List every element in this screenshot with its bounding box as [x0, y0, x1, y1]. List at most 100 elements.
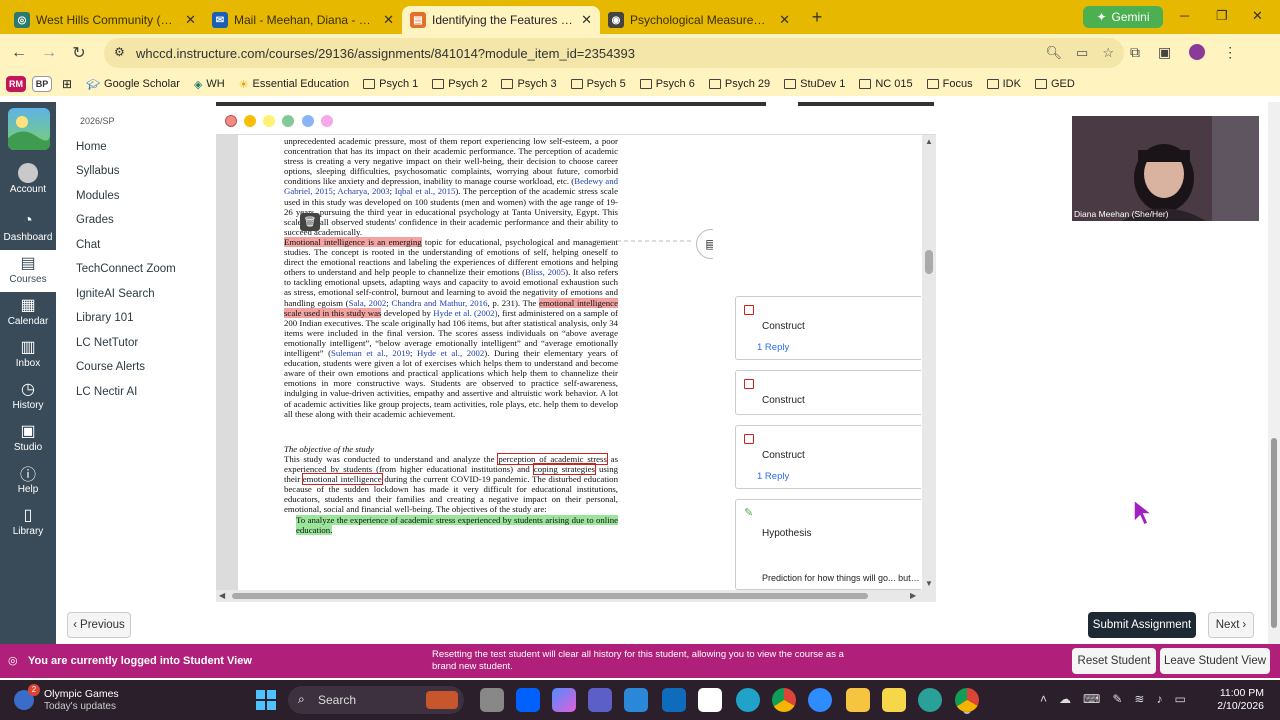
reset-student-button[interactable]: Reset Student	[1072, 648, 1156, 674]
comment-card[interactable]: Construct	[735, 370, 921, 415]
onedrive-icon[interactable]: ☁	[1059, 692, 1071, 706]
amazon-icon[interactable]	[698, 688, 722, 712]
highlight-green[interactable]: To analyze the experience of academic st…	[296, 515, 618, 536]
scroll-right-icon[interactable]: ▶	[910, 591, 916, 600]
color-swatch-pink[interactable]	[321, 115, 333, 127]
bookmark-psych-2[interactable]: Psych 2	[432, 78, 487, 90]
file-explorer-icon[interactable]	[846, 688, 870, 712]
bookmark-focus[interactable]: Focus	[926, 78, 973, 90]
bookmark-wh[interactable]: ◈ WH	[194, 78, 225, 91]
browser-tab-active[interactable]: ▤ Identifying the Features of Rese ✕	[402, 6, 600, 34]
comment-reply-link[interactable]: 1 Reply	[757, 471, 789, 482]
previous-button[interactable]: ‹ Previous	[67, 612, 131, 638]
color-swatch-green[interactable]	[282, 115, 294, 127]
bookmark-idk[interactable]: IDK	[986, 78, 1021, 90]
pen-icon[interactable]: ✎	[1112, 692, 1122, 706]
bookmark-studev-1[interactable]: StuDev 1	[784, 78, 845, 90]
course-link-techconnect-zoom[interactable]: TechConnect Zoom	[76, 263, 176, 275]
zoom-app-icon[interactable]	[808, 688, 832, 712]
edge-icon[interactable]	[736, 688, 760, 712]
close-tab-icon[interactable]: ✕	[779, 12, 790, 28]
course-link-modules[interactable]: Modules	[76, 190, 119, 202]
citation-link[interactable]: Hyde et al. (2002)	[433, 308, 497, 318]
boxed-annotation[interactable]: emotional intelligence	[301, 473, 383, 486]
citation-link[interactable]: Sala, 2002	[349, 298, 387, 308]
minimize-icon[interactable]: ─	[1180, 8, 1189, 23]
course-link-grades[interactable]: Grades	[76, 214, 114, 226]
tray-chevron-icon[interactable]: ˄	[1040, 692, 1047, 706]
nav-help[interactable]: ⓘ Help	[0, 462, 56, 502]
viewer-vertical-scrollbar[interactable]: ▲ ▼	[922, 135, 936, 590]
citation-link[interactable]: Hyde et al., 2002	[417, 348, 484, 358]
outlook-icon[interactable]	[662, 688, 686, 712]
color-swatch-red[interactable]	[225, 115, 237, 127]
clock[interactable]: 11:00 PM 2/10/2026	[1208, 687, 1264, 713]
color-swatch-blue[interactable]	[302, 115, 314, 127]
bookmark-star-icon[interactable]: ☆	[1102, 45, 1114, 61]
nav-account[interactable]: Account	[0, 162, 56, 202]
citation-link[interactable]: Iqbal et al., 2015	[395, 186, 456, 196]
profile-bp[interactable]: BP	[32, 76, 52, 92]
nav-calendar[interactable]: ▦ Calendar	[0, 294, 56, 334]
viewer-horizontal-scrollbar[interactable]: ◀ ▶	[216, 590, 936, 602]
scroll-down-icon[interactable]: ▼	[925, 579, 933, 588]
extensions-icon[interactable]: ⧉	[1130, 44, 1140, 61]
cast-icon[interactable]: ▭	[1076, 45, 1088, 61]
boxed-annotation[interactable]: coping strategies	[532, 463, 596, 476]
citation-link[interactable]: Chandra and Mathur, 2016	[391, 298, 487, 308]
zoom-icon[interactable]: 🔍︎	[1046, 45, 1063, 61]
citation-link[interactable]: Bliss, 2005	[525, 267, 565, 277]
bookmark-ged[interactable]: GED	[1034, 78, 1075, 90]
gemini-button[interactable]: ✦ Gemini	[1083, 6, 1163, 28]
profile-avatar-icon[interactable]	[1189, 44, 1206, 60]
scroll-thumb[interactable]	[232, 593, 868, 599]
citation-link[interactable]: Suleman et al., 2019	[331, 348, 410, 358]
next-button[interactable]: Next ›	[1208, 612, 1254, 638]
bookmark-essential-education[interactable]: ☀ Essential Education	[239, 78, 350, 91]
page-scrollbar[interactable]	[1268, 102, 1280, 644]
delete-annotation-icon[interactable]: 🗑︎	[300, 213, 320, 231]
comment-reply-link[interactable]: 1 Reply	[757, 342, 789, 353]
nav-inbox[interactable]: ▥ Inbox	[0, 336, 56, 376]
bookmark-nc-015[interactable]: NC 015	[859, 78, 913, 90]
profile-rm[interactable]: RM	[6, 76, 26, 92]
course-link-lc-nectir-ai[interactable]: LC Nectir AI	[76, 386, 137, 398]
forward-arrow-icon[interactable]: →	[34, 44, 64, 62]
copilot-icon[interactable]	[552, 688, 576, 712]
nav-history[interactable]: ◷ History	[0, 378, 56, 418]
sticky-notes-icon[interactable]	[882, 688, 906, 712]
course-link-syllabus[interactable]: Syllabus	[76, 165, 119, 177]
language-icon[interactable]: ⌨	[1083, 692, 1100, 706]
browser-tab-outlook[interactable]: ✉ Mail - Meehan, Diana - Outlook ✕	[204, 6, 402, 34]
nav-studio[interactable]: ▣ Studio	[0, 420, 56, 460]
store-icon[interactable]	[624, 688, 648, 712]
apps-grid-icon[interactable]: ⊞	[62, 77, 72, 91]
school-logo[interactable]	[8, 108, 50, 150]
nav-library[interactable]: ▯ Library	[0, 504, 56, 544]
bookmark-psych-5[interactable]: Psych 5	[570, 78, 626, 90]
course-link-library-101[interactable]: Library 101	[76, 312, 134, 324]
course-link-lc-nettutor[interactable]: LC NetTutor	[76, 337, 138, 349]
close-tab-icon[interactable]: ✕	[185, 12, 196, 28]
comment-card[interactable]: ✎ Hypothesis Prediction for how things w…	[735, 499, 922, 590]
weather-widget[interactable]: 2 Olympic Games Today's updates	[14, 684, 134, 714]
dropbox-icon[interactable]	[516, 688, 540, 712]
course-link-igniteai-search[interactable]: IgniteAI Search	[76, 288, 155, 300]
wifi-icon[interactable]: ≋	[1134, 692, 1144, 706]
bookmark-psych-6[interactable]: Psych 6	[639, 78, 695, 90]
restore-icon[interactable]: ❐	[1216, 8, 1228, 24]
volume-icon[interactable]: ♪	[1156, 692, 1162, 706]
course-link-home[interactable]: Home	[76, 141, 107, 153]
teams-icon[interactable]	[588, 688, 612, 712]
scroll-thumb[interactable]	[925, 250, 933, 274]
comment-card[interactable]: Construct 1 Reply	[735, 296, 921, 360]
close-window-icon[interactable]: ✕	[1252, 8, 1263, 24]
leave-student-view-button[interactable]: Leave Student View	[1160, 648, 1270, 674]
back-arrow-icon[interactable]: ←	[4, 44, 34, 62]
reload-icon[interactable]: ↻	[64, 43, 94, 63]
bookmark-psych-1[interactable]: Psych 1	[363, 78, 418, 90]
nav-courses[interactable]: ▤ Courses	[0, 250, 56, 292]
citation-link[interactable]: Acharya, 2003	[337, 186, 389, 196]
comment-card[interactable]: Construct 1 Reply	[735, 425, 921, 489]
submit-assignment-button[interactable]: Submit Assignment	[1088, 612, 1196, 638]
